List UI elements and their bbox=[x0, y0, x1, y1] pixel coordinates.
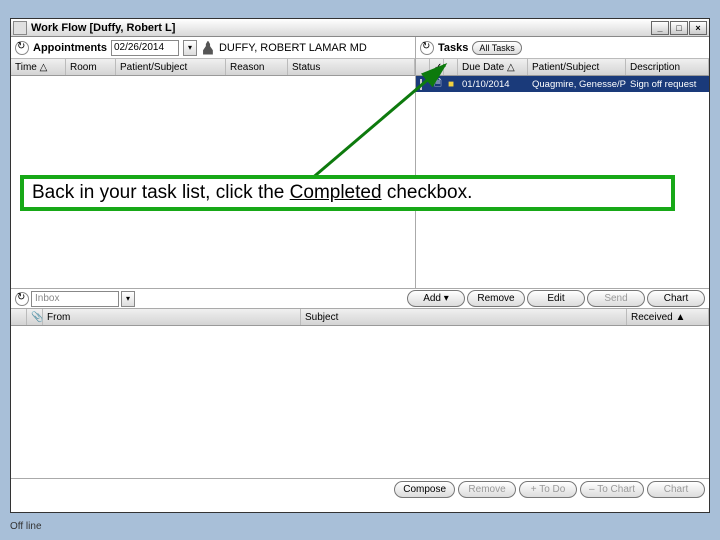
col-from[interactable]: From bbox=[43, 309, 301, 325]
remove-msg-button[interactable]: Remove bbox=[458, 481, 516, 498]
inbox-list[interactable] bbox=[11, 326, 709, 478]
refresh-icon[interactable] bbox=[15, 41, 29, 55]
cell-desc: Sign off request bbox=[626, 79, 709, 90]
col-patient[interactable]: Patient/Subject bbox=[116, 59, 226, 75]
col-received[interactable]: Received ▲ bbox=[627, 309, 709, 325]
col-due[interactable]: Due Date △ bbox=[458, 59, 528, 75]
tasks-filter-button[interactable]: All Tasks bbox=[472, 41, 521, 55]
close-button[interactable]: × bbox=[689, 21, 707, 35]
note-icon: 🗎 bbox=[434, 78, 442, 89]
appointments-label: Appointments bbox=[33, 42, 107, 54]
bottom-toolbar: Compose Remove + To Do – To Chart Chart bbox=[11, 478, 709, 500]
col-task-patient[interactable]: Patient/Subject bbox=[528, 59, 626, 75]
date-input[interactable]: 02/26/2014 bbox=[111, 40, 179, 56]
send-button[interactable]: Send bbox=[587, 290, 645, 307]
instruction-callout: Back in your task list, click the Comple… bbox=[20, 175, 675, 211]
col-status[interactable]: Status bbox=[288, 59, 415, 75]
todo-button[interactable]: + To Do bbox=[519, 481, 577, 498]
appt-columns: Time △ Room Patient/Subject Reason Statu… bbox=[11, 59, 415, 76]
status-bar: Off line bbox=[10, 521, 42, 532]
minimize-button[interactable]: _ bbox=[651, 21, 669, 35]
appointments-panel: Appointments 02/26/2014 ▾ DUFFY, ROBERT … bbox=[11, 37, 416, 288]
refresh-icon[interactable] bbox=[420, 41, 434, 55]
maximize-button[interactable]: □ bbox=[670, 21, 688, 35]
inbox-panel: 📎 From Subject Received ▲ bbox=[11, 309, 709, 478]
edit-button[interactable]: Edit bbox=[527, 290, 585, 307]
compose-button[interactable]: Compose bbox=[394, 481, 455, 498]
inbox-columns: 📎 From Subject Received ▲ bbox=[11, 309, 709, 326]
col-desc[interactable]: Description bbox=[626, 59, 709, 75]
workflow-window: Work Flow [Duffy, Robert L] _ □ × Appoin… bbox=[10, 18, 710, 513]
date-dropdown[interactable]: ▾ bbox=[183, 40, 197, 56]
tasks-panel: Tasks All Tasks ✓ Due Date △ Patient/Sub… bbox=[416, 37, 709, 288]
remove-button[interactable]: Remove bbox=[467, 290, 525, 307]
inbox-select[interactable]: Inbox bbox=[31, 291, 119, 307]
col-completed-checkbox[interactable]: ✓ bbox=[430, 59, 444, 75]
add-button[interactable]: Add ▾ bbox=[407, 290, 465, 307]
callout-underline: Completed bbox=[290, 182, 382, 203]
provider-name: DUFFY, ROBERT LAMAR MD bbox=[219, 42, 367, 54]
cell-due: 01/10/2014 bbox=[458, 79, 528, 90]
titlebar: Work Flow [Duffy, Robert L] _ □ × bbox=[11, 19, 709, 37]
col-flag[interactable] bbox=[11, 309, 27, 325]
col-room[interactable]: Room bbox=[66, 59, 116, 75]
person-icon[interactable] bbox=[201, 41, 215, 55]
callout-pre: Back in your task list, click the bbox=[32, 182, 290, 203]
col-attach[interactable]: 📎 bbox=[27, 309, 43, 325]
tochart-button[interactable]: – To Chart bbox=[580, 481, 644, 498]
top-pane: Appointments 02/26/2014 ▾ DUFFY, ROBERT … bbox=[11, 37, 709, 288]
inbox-dropdown[interactable]: ▾ bbox=[121, 291, 135, 307]
cell-patient: Quagmire, Genesse/P… bbox=[528, 79, 626, 90]
callout-post: checkbox. bbox=[382, 182, 473, 203]
appointments-header: Appointments 02/26/2014 ▾ DUFFY, ROBERT … bbox=[11, 37, 415, 59]
tasks-header: Tasks All Tasks bbox=[416, 37, 709, 59]
col-subject[interactable]: Subject bbox=[301, 309, 627, 325]
task-row[interactable]: 🗎 ■ 01/10/2014 Quagmire, Genesse/P… Sign… bbox=[416, 76, 709, 92]
completed-checkbox[interactable] bbox=[420, 79, 422, 90]
mid-toolbar: Inbox ▾ Add ▾ Remove Edit Send Chart bbox=[11, 288, 709, 309]
window-title: Work Flow [Duffy, Robert L] bbox=[31, 22, 175, 34]
chart-button[interactable]: Chart bbox=[647, 290, 705, 307]
col-priority[interactable] bbox=[444, 59, 458, 75]
tasks-columns: ✓ Due Date △ Patient/Subject Description bbox=[416, 59, 709, 76]
priority-icon: ■ bbox=[448, 79, 454, 90]
refresh-icon[interactable] bbox=[15, 292, 29, 306]
col-icon1[interactable] bbox=[416, 59, 430, 75]
col-reason[interactable]: Reason bbox=[226, 59, 288, 75]
col-time[interactable]: Time △ bbox=[11, 59, 66, 75]
chart-msg-button[interactable]: Chart bbox=[647, 481, 705, 498]
app-icon bbox=[13, 21, 27, 35]
tasks-label: Tasks bbox=[438, 42, 468, 54]
